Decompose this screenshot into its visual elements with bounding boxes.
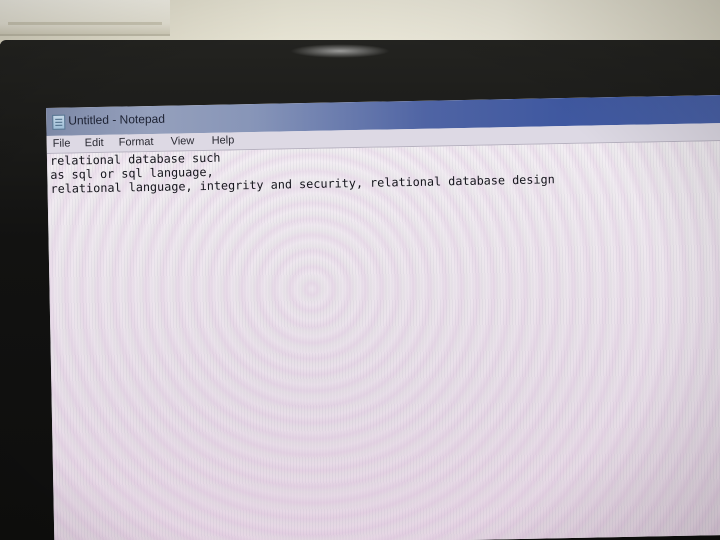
text-editor-area[interactable]: relational database such as sql or sql la…	[46, 140, 720, 540]
menu-format[interactable]: Format	[119, 136, 154, 149]
menu-file[interactable]: File	[53, 138, 71, 150]
notepad-icon[interactable]	[52, 114, 66, 130]
menu-edit[interactable]: Edit	[85, 137, 104, 149]
wall-air-conditioner	[0, 0, 170, 36]
menu-help[interactable]: Help	[212, 134, 235, 146]
bezel-glare	[290, 44, 390, 58]
photo-scene: Untitled - Notepad File Edit Format View…	[0, 0, 720, 540]
notepad-window: Untitled - Notepad File Edit Format View…	[46, 94, 720, 540]
window-title: Untitled - Notepad	[68, 111, 166, 128]
menu-view[interactable]: View	[171, 135, 195, 147]
editor-content[interactable]: relational database such as sql or sql la…	[50, 144, 555, 196]
